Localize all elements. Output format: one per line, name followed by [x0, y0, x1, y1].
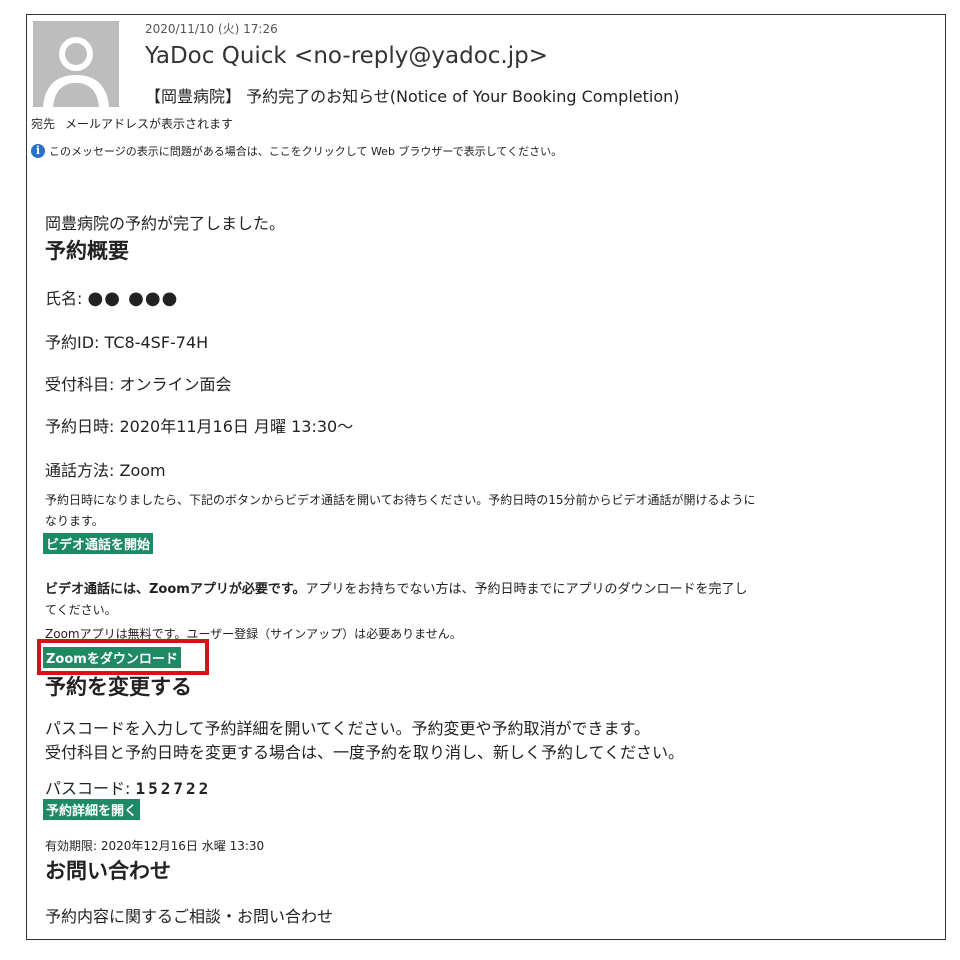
zoom-free-note: Zoomアプリは無料です。ユーザー登録（サインアップ）は必要ありません。 [45, 627, 462, 641]
email-sender: YaDoc Quick <no-reply@yadoc.jp> [145, 43, 549, 69]
name-label: 氏名: [45, 289, 83, 308]
passcode-label: パスコード: [45, 779, 131, 798]
recipient-label: 宛先 [31, 117, 56, 131]
intro-text: 岡豊病院の予約が完了しました。 [45, 214, 286, 233]
call-instruction-line1: 予約日時になりましたら、下記のボタンからビデオ通話を開いてお待ちください。予約日… [45, 493, 756, 507]
recipient-value: メールアドレスが表示されます [65, 117, 234, 131]
start-video-call-button[interactable]: ビデオ通話を開始 [43, 533, 154, 554]
zoom-required-bold: ビデオ通話には、Zoomアプリが必要です。 [45, 582, 306, 597]
change-heading: 予約を変更する [45, 675, 192, 699]
browser-view-notice[interactable]: i このメッセージの表示に問題がある場合は、ここをクリックして Web ブラウザ… [31, 143, 562, 159]
expiry-date: 有効期限: 2020年12月16日 水曜 13:30 [45, 839, 265, 853]
name-row: 氏名: ●● ●●● [45, 285, 178, 309]
open-booking-details-button[interactable]: 予約詳細を開く [43, 799, 141, 820]
avatar [33, 21, 119, 107]
contact-text: 予約内容に関するご相談・お問い合わせ [45, 907, 334, 926]
call-instruction-line2: なります。 [45, 514, 104, 528]
passcode-row: パスコード: 152722 [45, 775, 211, 799]
call-method: 通話方法: Zoom [45, 461, 166, 480]
person-silhouette-icon [33, 21, 119, 107]
email-date: 2020/11/10 (火) 17:26 [145, 22, 278, 36]
zoom-required-line2: てください。 [45, 603, 117, 617]
change-text-line1: パスコードを入力して予約詳細を開いてください。予約変更や予約取消ができます。 [45, 719, 650, 738]
email-subject: 【岡豊病院】 予約完了のお知らせ(Notice of Your Booking … [145, 87, 680, 106]
zoom-required-line1: ビデオ通話には、Zoomアプリが必要です。アプリをお持ちでない方は、予約日時まで… [45, 578, 748, 597]
change-text-line2: 受付科目と予約日時を変更する場合は、一度予約を取り消し、新しく予約してください。 [45, 743, 685, 762]
contact-heading: お問い合わせ [45, 859, 171, 883]
booking-datetime: 予約日時: 2020年11月16日 月曜 13:30～ [45, 417, 354, 436]
booking-id: 予約ID: TC8-4SF-74H [45, 333, 209, 352]
download-zoom-button[interactable]: Zoomをダウンロード [43, 647, 181, 668]
passcode-value: 152722 [135, 779, 212, 798]
info-icon: i [31, 144, 45, 158]
zoom-required-rest: アプリをお持ちでない方は、予約日時までにアプリのダウンロードを完了し [305, 582, 748, 597]
recipient-row: 宛先 メールアドレスが表示されます [31, 115, 233, 132]
name-value: ●● ●●● [87, 288, 179, 309]
browser-view-notice-text[interactable]: このメッセージの表示に問題がある場合は、ここをクリックして Web ブラウザーで… [49, 143, 562, 159]
department: 受付科目: オンライン面会 [45, 375, 232, 394]
email-window: 2020/11/10 (火) 17:26 YaDoc Quick <no-rep… [26, 14, 946, 940]
summary-heading: 予約概要 [45, 239, 129, 263]
